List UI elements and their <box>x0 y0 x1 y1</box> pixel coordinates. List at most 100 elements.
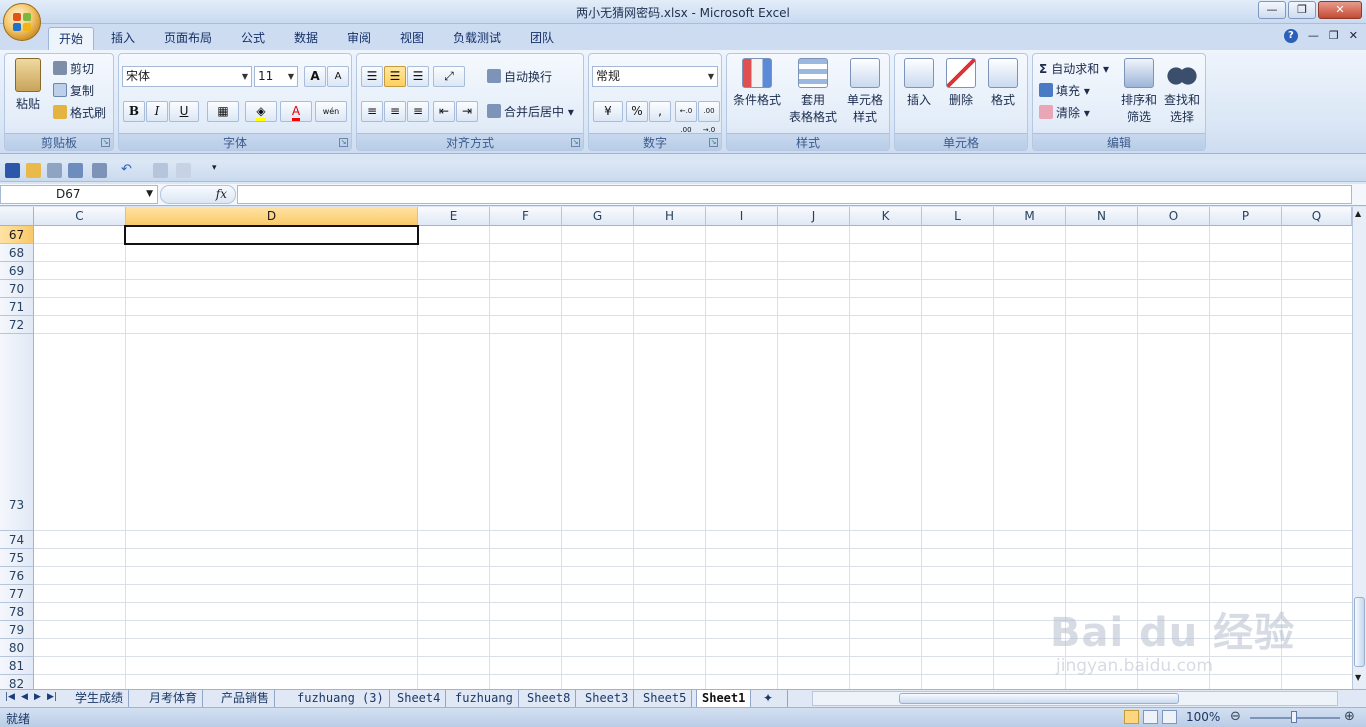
sheet-tab[interactable]: fuzhuang <box>450 690 519 707</box>
chart-icon[interactable] <box>153 163 168 178</box>
page-break-view-icon[interactable] <box>1162 710 1177 724</box>
italic-button[interactable]: I <box>146 101 168 122</box>
spreadsheet-grid[interactable]: C D E F G H I J K L M N O P Q 67 68 69 7… <box>0 207 1352 689</box>
row-header-80[interactable]: 80 <box>0 639 34 657</box>
column-header-g[interactable]: G <box>562 207 634 226</box>
tab-page-layout[interactable]: 页面布局 <box>154 27 222 50</box>
page-layout-view-icon[interactable] <box>1143 710 1158 724</box>
orientation-button[interactable]: ⤢ <box>433 66 465 87</box>
selected-cell-d67[interactable] <box>124 225 419 245</box>
dialog-launcher-icon[interactable]: ↘ <box>101 138 110 147</box>
tab-data[interactable]: 数据 <box>284 27 328 50</box>
phonetic-button[interactable]: wén <box>315 101 347 122</box>
align-middle-button[interactable]: ☰ <box>384 66 406 87</box>
fill-color-button[interactable]: ◈ <box>245 101 277 122</box>
decrease-indent-button[interactable]: ⇤ <box>433 101 455 122</box>
help-icon[interactable]: ? <box>1283 29 1298 43</box>
align-center-button[interactable]: ≡ <box>384 101 406 122</box>
shrink-font-button[interactable]: A <box>327 66 349 87</box>
align-left-button[interactable]: ≡ <box>361 101 383 122</box>
doc-restore-button[interactable]: ❐ <box>1329 29 1339 43</box>
column-header-l[interactable]: L <box>922 207 994 226</box>
cut-button[interactable]: 剪切 <box>53 60 94 77</box>
underline-button[interactable]: U <box>169 101 199 122</box>
paste-button[interactable]: 粘贴 <box>9 58 47 112</box>
select-all-corner[interactable] <box>0 207 34 226</box>
tab-review[interactable]: 审阅 <box>337 27 381 50</box>
align-top-button[interactable]: ☰ <box>361 66 383 87</box>
prev-sheet-icon[interactable]: ◀ <box>21 692 28 702</box>
minimize-button[interactable]: — <box>1258 1 1286 19</box>
vertical-scroll-thumb[interactable] <box>1354 597 1365 667</box>
delete-cells-button[interactable]: 删除 <box>941 58 981 108</box>
horizontal-scrollbar[interactable] <box>812 691 1338 706</box>
sheet-tab[interactable]: 产品销售 <box>216 690 276 707</box>
print-preview-icon[interactable] <box>47 163 62 178</box>
row-header-69[interactable]: 69 <box>0 262 34 280</box>
save-icon[interactable] <box>5 163 20 178</box>
zoom-in-icon[interactable]: ⊕ <box>1344 709 1355 724</box>
increase-indent-button[interactable]: ⇥ <box>456 101 478 122</box>
sheet-tab[interactable]: 学生成绩 <box>70 690 130 707</box>
row-header-70[interactable]: 70 <box>0 280 34 298</box>
horizontal-scroll-thumb[interactable] <box>899 693 1179 704</box>
number-format-combo[interactable]: 常规 ▼ <box>592 66 718 87</box>
dialog-launcher-icon[interactable]: ↘ <box>339 138 348 147</box>
format-painter-icon[interactable] <box>68 163 83 178</box>
sheet-tab[interactable]: Sheet4 <box>392 690 447 707</box>
tab-formulas[interactable]: 公式 <box>231 27 275 50</box>
format-painter-button[interactable]: 格式刷 <box>53 104 106 121</box>
restore-button[interactable]: ❐ <box>1288 1 1316 19</box>
column-header-e[interactable]: E <box>418 207 490 226</box>
sheet-tab[interactable]: Sheet8 <box>522 690 577 707</box>
fill-button[interactable]: 填充 ▾ <box>1039 82 1090 99</box>
increase-decimal-button[interactable]: ←.0 .00 <box>675 101 697 134</box>
row-header-77[interactable]: 77 <box>0 585 34 603</box>
font-size-combo[interactable]: 11 ▼ <box>254 66 298 87</box>
font-color-button[interactable]: A <box>280 101 312 122</box>
first-sheet-icon[interactable]: |◀ <box>5 692 15 702</box>
bold-button[interactable]: B <box>123 101 145 122</box>
column-header-q[interactable]: Q <box>1282 207 1352 226</box>
percent-button[interactable]: % <box>626 101 648 122</box>
row-header-76[interactable]: 76 <box>0 567 34 585</box>
row-header-68[interactable]: 68 <box>0 244 34 262</box>
column-header-m[interactable]: M <box>994 207 1066 226</box>
accounting-format-button[interactable]: ¥ <box>593 101 623 122</box>
conditional-format-button[interactable]: 条件格式 <box>731 58 783 108</box>
insert-sheet-button[interactable]: ✦ <box>758 690 788 707</box>
dialog-launcher-icon[interactable]: ↘ <box>709 138 718 147</box>
format-as-table-button[interactable]: 套用 表格格式 <box>785 58 841 125</box>
insert-cells-button[interactable]: 插入 <box>899 58 939 108</box>
row-header-67[interactable]: 67 <box>0 226 34 244</box>
zoom-slider-thumb[interactable] <box>1291 711 1297 723</box>
sheet-tab[interactable]: Sheet3 <box>580 690 635 707</box>
office-button[interactable] <box>3 3 41 41</box>
scroll-down-icon[interactable]: ▼ <box>1355 673 1361 682</box>
tab-view[interactable]: 视图 <box>390 27 434 50</box>
tab-home[interactable]: 开始 <box>48 27 95 50</box>
column-header-c[interactable]: C <box>34 207 126 226</box>
row-header-71[interactable]: 71 <box>0 298 34 316</box>
close-button[interactable]: ✕ <box>1318 1 1362 19</box>
layout-icon[interactable] <box>92 163 107 178</box>
sheet-tab[interactable]: 月考体育 <box>144 690 204 707</box>
formula-input[interactable] <box>237 185 1352 204</box>
insert-function-button[interactable]: fx <box>160 185 236 204</box>
tab-load-test[interactable]: 负载测试 <box>443 27 511 50</box>
edit-icon[interactable] <box>176 163 191 178</box>
last-sheet-icon[interactable]: ▶| <box>47 692 57 702</box>
column-header-h[interactable]: H <box>634 207 706 226</box>
sheet-tab[interactable]: fuzhuang (3) <box>292 690 390 707</box>
doc-minimize-button[interactable]: — <box>1308 29 1319 43</box>
sheet-tab[interactable]: Sheet5 <box>638 690 693 707</box>
vertical-scrollbar[interactable]: ▲ ▼ <box>1352 207 1366 689</box>
border-button[interactable]: ▦ <box>207 101 239 122</box>
column-header-k[interactable]: K <box>850 207 922 226</box>
row-header-72[interactable]: 72 <box>0 316 34 334</box>
column-header-f[interactable]: F <box>490 207 562 226</box>
grow-font-button[interactable]: A <box>304 66 326 87</box>
row-header-82[interactable]: 82 <box>0 675 34 689</box>
row-header-73[interactable]: 73 <box>0 334 34 531</box>
find-select-button[interactable]: 查找和 选择 <box>1161 58 1203 125</box>
